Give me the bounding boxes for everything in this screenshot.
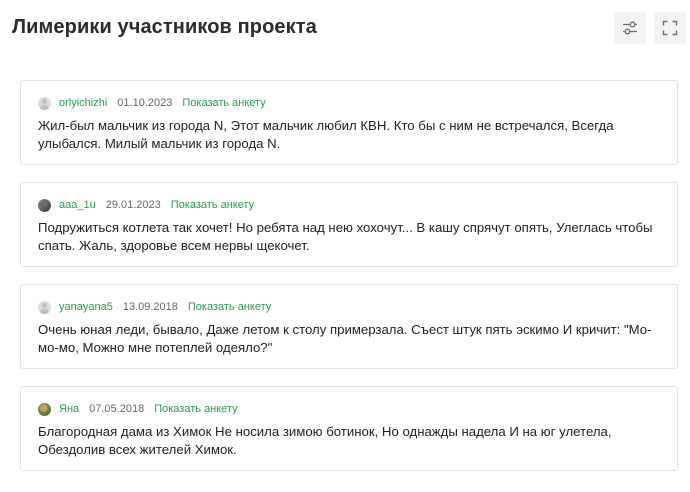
limerick-meta: aaa_1u 29.01.2023 Показать анкету	[38, 197, 661, 213]
limerick-meta: yanayana5 13.09.2018 Показать анкету	[38, 299, 661, 315]
avatar[interactable]	[38, 300, 51, 314]
limerick-card: orlyichizhi 01.10.2023 Показать анкету Ж…	[20, 80, 678, 165]
show-profile-link[interactable]: Показать анкету	[171, 199, 254, 211]
page-header: Лимерики участников проекта	[0, 0, 690, 56]
limerick-card: Яна 07.05.2018 Показать анкету Благородн…	[20, 386, 678, 471]
post-date: 13.09.2018	[122, 301, 178, 313]
show-profile-link[interactable]: Показать анкету	[188, 301, 271, 313]
limerick-text: Подружиться котлета так хочет! Но ребята…	[38, 220, 653, 253]
avatar[interactable]	[38, 402, 51, 416]
limerick-text: Жил-был мальчик из города N, Этот мальчи…	[38, 118, 614, 151]
show-profile-link[interactable]: Показать анкету	[182, 97, 265, 109]
limerick-text: Очень юная леди, бывало, Даже летом к ст…	[38, 322, 652, 355]
page-title: Лимерики участников проекта	[12, 16, 317, 38]
filter-button[interactable]	[614, 12, 646, 44]
limerick-card: yanayana5 13.09.2018 Показать анкету Оче…	[20, 284, 678, 369]
limerick-text: Благородная дама из Химок Не носила зимо…	[38, 424, 612, 457]
fullscreen-icon	[662, 20, 678, 36]
post-date: 01.10.2023	[117, 97, 173, 109]
limerick-list: orlyichizhi 01.10.2023 Показать анкету Ж…	[20, 80, 678, 488]
avatar[interactable]	[38, 198, 51, 212]
limerick-meta: orlyichizhi 01.10.2023 Показать анкету	[38, 95, 661, 111]
limerick-meta: Яна 07.05.2018 Показать анкету	[38, 401, 661, 417]
fullscreen-button[interactable]	[654, 12, 686, 44]
post-date: 07.05.2018	[89, 403, 145, 415]
avatar[interactable]	[38, 96, 51, 110]
post-date: 29.01.2023	[105, 199, 161, 211]
author-username[interactable]: Яна	[59, 403, 79, 415]
limerick-card: aaa_1u 29.01.2023 Показать анкету Подруж…	[20, 182, 678, 267]
author-username[interactable]: aaa_1u	[59, 199, 96, 211]
show-profile-link[interactable]: Показать анкету	[154, 403, 237, 415]
author-username[interactable]: yanayana5	[59, 301, 113, 313]
sliders-icon	[623, 21, 637, 35]
author-username[interactable]: orlyichizhi	[59, 97, 107, 109]
